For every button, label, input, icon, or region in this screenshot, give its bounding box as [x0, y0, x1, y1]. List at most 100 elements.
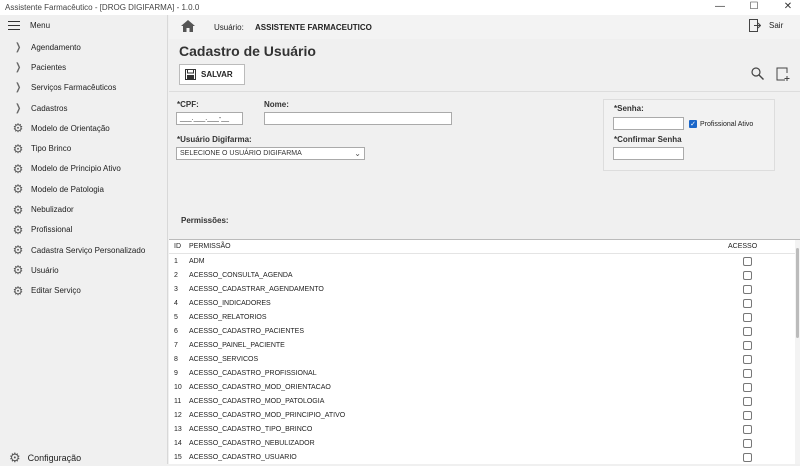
table-row: 2 ACESSO_CONSULTA_AGENDA [169, 268, 800, 282]
row-permissao: ACESSO_CADASTRAR_AGENDAMENTO [189, 285, 324, 293]
chevron-right-icon: ❯ [15, 41, 21, 53]
save-icon [185, 69, 196, 80]
sidebar-item-label: Modelo de Patologia [31, 184, 104, 194]
home-icon[interactable] [181, 20, 195, 32]
acesso-checkbox[interactable] [742, 438, 752, 448]
row-permissao: ACESSO_CADASTRO_PACIENTES [189, 327, 305, 335]
table-row: 7 ACESSO_PAINEL_PACIENTE [169, 338, 800, 352]
sidebar-item-servicos-farmaceuticos[interactable]: ❯ Serviços Farmacêuticos [0, 78, 168, 98]
row-permissao: ACESSO_INDICADORES [189, 299, 271, 307]
row-acesso-cell [724, 368, 770, 378]
sidebar-nav: ❯ Agendamento ❯ Pacientes ❯ Serviços Farmacêu… [0, 37, 168, 301]
acesso-checkbox[interactable] [742, 312, 752, 322]
table-row: 1 ADM [169, 254, 800, 268]
user-value: ASSISTENTE FARMACEUTICO [255, 23, 372, 32]
gears-icon: ⚙ [12, 243, 24, 258]
row-id: 1 [174, 257, 178, 265]
row-id: 13 [174, 425, 182, 433]
sidebar-item-label: Profissional [31, 225, 73, 235]
gears-icon: ⚙ [12, 202, 24, 217]
table-row: 11 ACESSO_CADASTRO_MOD_PATOLOGIA [169, 394, 800, 408]
gears-icon: ⚙ [12, 161, 24, 176]
acesso-checkbox[interactable] [742, 382, 752, 392]
profissional-ativo-toggle[interactable]: ✓ Profissional Ativo [689, 120, 753, 128]
acesso-checkbox[interactable] [742, 256, 752, 266]
acesso-checkbox[interactable] [742, 340, 752, 350]
sidebar-item-label: Pacientes [31, 62, 67, 72]
profissional-ativo-checkbox[interactable]: ✓ [689, 120, 697, 128]
chevron-down-icon: ⌄ [354, 149, 361, 158]
cpf-input[interactable]: ___.___.___-__ [176, 112, 243, 125]
sidebar-item-modelo-de-principio-ativo[interactable]: ⚙ Modelo de Principio Ativo [0, 159, 168, 179]
row-id: 5 [174, 313, 178, 321]
maximize-button[interactable]: ☐ [742, 1, 766, 14]
sidebar-item-modelo-de-patologia[interactable]: ⚙ Modelo de Patologia [0, 179, 168, 199]
sidebar-item-modelo-de-orientacao[interactable]: ⚙ Modelo de Orientação [0, 118, 168, 138]
cpf-label: *CPF: [177, 100, 199, 109]
row-id: 2 [174, 271, 178, 279]
table-row: 5 ACESSO_RELATORIOS [169, 310, 800, 324]
row-permissao: ACESSO_SERVICOS [189, 355, 259, 363]
acesso-checkbox[interactable] [742, 410, 752, 420]
usuario-digifarma-label: *Usuário Digifarma: [177, 135, 252, 144]
usuario-digifarma-select[interactable]: SELECIONE O USUÁRIO DIGIFARMA ⌄ [176, 147, 365, 160]
minimize-button[interactable]: — [708, 1, 732, 14]
gears-icon: ⚙ [12, 182, 24, 197]
new-record-icon[interactable] [776, 67, 790, 81]
gears-icon: ⚙ [12, 141, 24, 156]
sidebar-item-cadastros[interactable]: ❯ Cadastros [0, 98, 168, 118]
topbar: Usuário: ASSISTENTE FARMACEUTICO Sair [169, 15, 800, 39]
row-id: 15 [174, 453, 182, 461]
menu-toggle[interactable]: Menu [8, 21, 51, 31]
save-label: SALVAR [201, 70, 233, 79]
row-permissao: ACESSO_CADASTRO_MOD_ORIENTACAO [189, 383, 331, 391]
gears-icon: ⚙ [12, 222, 24, 237]
confirmar-senha-label: *Confirmar Senha [614, 135, 682, 144]
acesso-checkbox[interactable] [742, 284, 752, 294]
sidebar-item-label: Cadastra Serviço Personalizado [31, 245, 146, 255]
chevron-right-icon: ❯ [15, 102, 21, 114]
acesso-checkbox[interactable] [742, 396, 752, 406]
config-label: Configuração [27, 453, 82, 463]
sidebar-item-agendamento[interactable]: ❯ Agendamento [0, 37, 168, 57]
table-scrollbar[interactable] [795, 240, 800, 464]
save-button[interactable]: SALVAR [179, 64, 245, 85]
row-acesso-cell [724, 284, 770, 294]
search-icon[interactable] [751, 67, 764, 80]
sidebar-item-nebulizador[interactable]: ⚙ Nebulizador [0, 199, 168, 219]
menu-label: Menu [30, 21, 51, 30]
row-id: 14 [174, 439, 182, 447]
sidebar-item-profissional[interactable]: ⚙ Profissional [0, 220, 168, 240]
sidebar-item-tipo-brinco[interactable]: ⚙ Tipo Brinco [0, 138, 168, 158]
sidebar-item-label: Cadastros [31, 103, 68, 113]
sidebar-item-editar-servico[interactable]: ⚙ Editar Serviço [0, 281, 168, 301]
acesso-checkbox[interactable] [742, 270, 752, 280]
sidebar-item-usuario[interactable]: ⚙ Usuário [0, 260, 168, 280]
scrollbar-thumb[interactable] [796, 248, 799, 338]
acesso-checkbox[interactable] [742, 452, 752, 462]
acesso-checkbox[interactable] [742, 298, 752, 308]
sidebar-item-cadastra-servico-personalizado[interactable]: ⚙ Cadastra Serviço Personalizado [0, 240, 168, 260]
table-row: 6 ACESSO_CADASTRO_PACIENTES [169, 324, 800, 338]
row-id: 12 [174, 411, 182, 419]
confirmar-senha-input[interactable] [613, 147, 684, 160]
row-acesso-cell [724, 256, 770, 266]
window-titlebar: Assistente Farmacêutico - [DROG DIGIFARM… [0, 0, 800, 15]
acesso-checkbox[interactable] [742, 326, 752, 336]
close-button[interactable]: ✕ [776, 1, 800, 14]
password-panel: *Senha: *Confirmar Senha ✓ Profissional … [603, 99, 775, 171]
acesso-checkbox[interactable] [742, 354, 752, 364]
table-row: 13 ACESSO_CADASTRO_TIPO_BRINCO [169, 422, 800, 436]
row-id: 10 [174, 383, 182, 391]
sidebar-item-label: Agendamento [31, 42, 81, 52]
name-input[interactable] [264, 112, 452, 125]
acesso-checkbox[interactable] [742, 368, 752, 378]
table-row: 9 ACESSO_CADASTRO_PROFISSIONAL [169, 366, 800, 380]
senha-input[interactable] [613, 117, 684, 130]
acesso-checkbox[interactable] [742, 424, 752, 434]
sidebar-item-pacientes[interactable]: ❯ Pacientes [0, 57, 168, 77]
exit-button[interactable]: Sair [749, 19, 783, 32]
row-permissao: ACESSO_CADASTRO_USUARIO [189, 453, 297, 461]
table-body: 1 ADM 2 ACESSO_CONSULTA_AGENDA 3 ACESSO_CADAS… [169, 254, 800, 464]
row-permissao: ACESSO_CADASTRO_NEBULIZADOR [189, 439, 315, 447]
